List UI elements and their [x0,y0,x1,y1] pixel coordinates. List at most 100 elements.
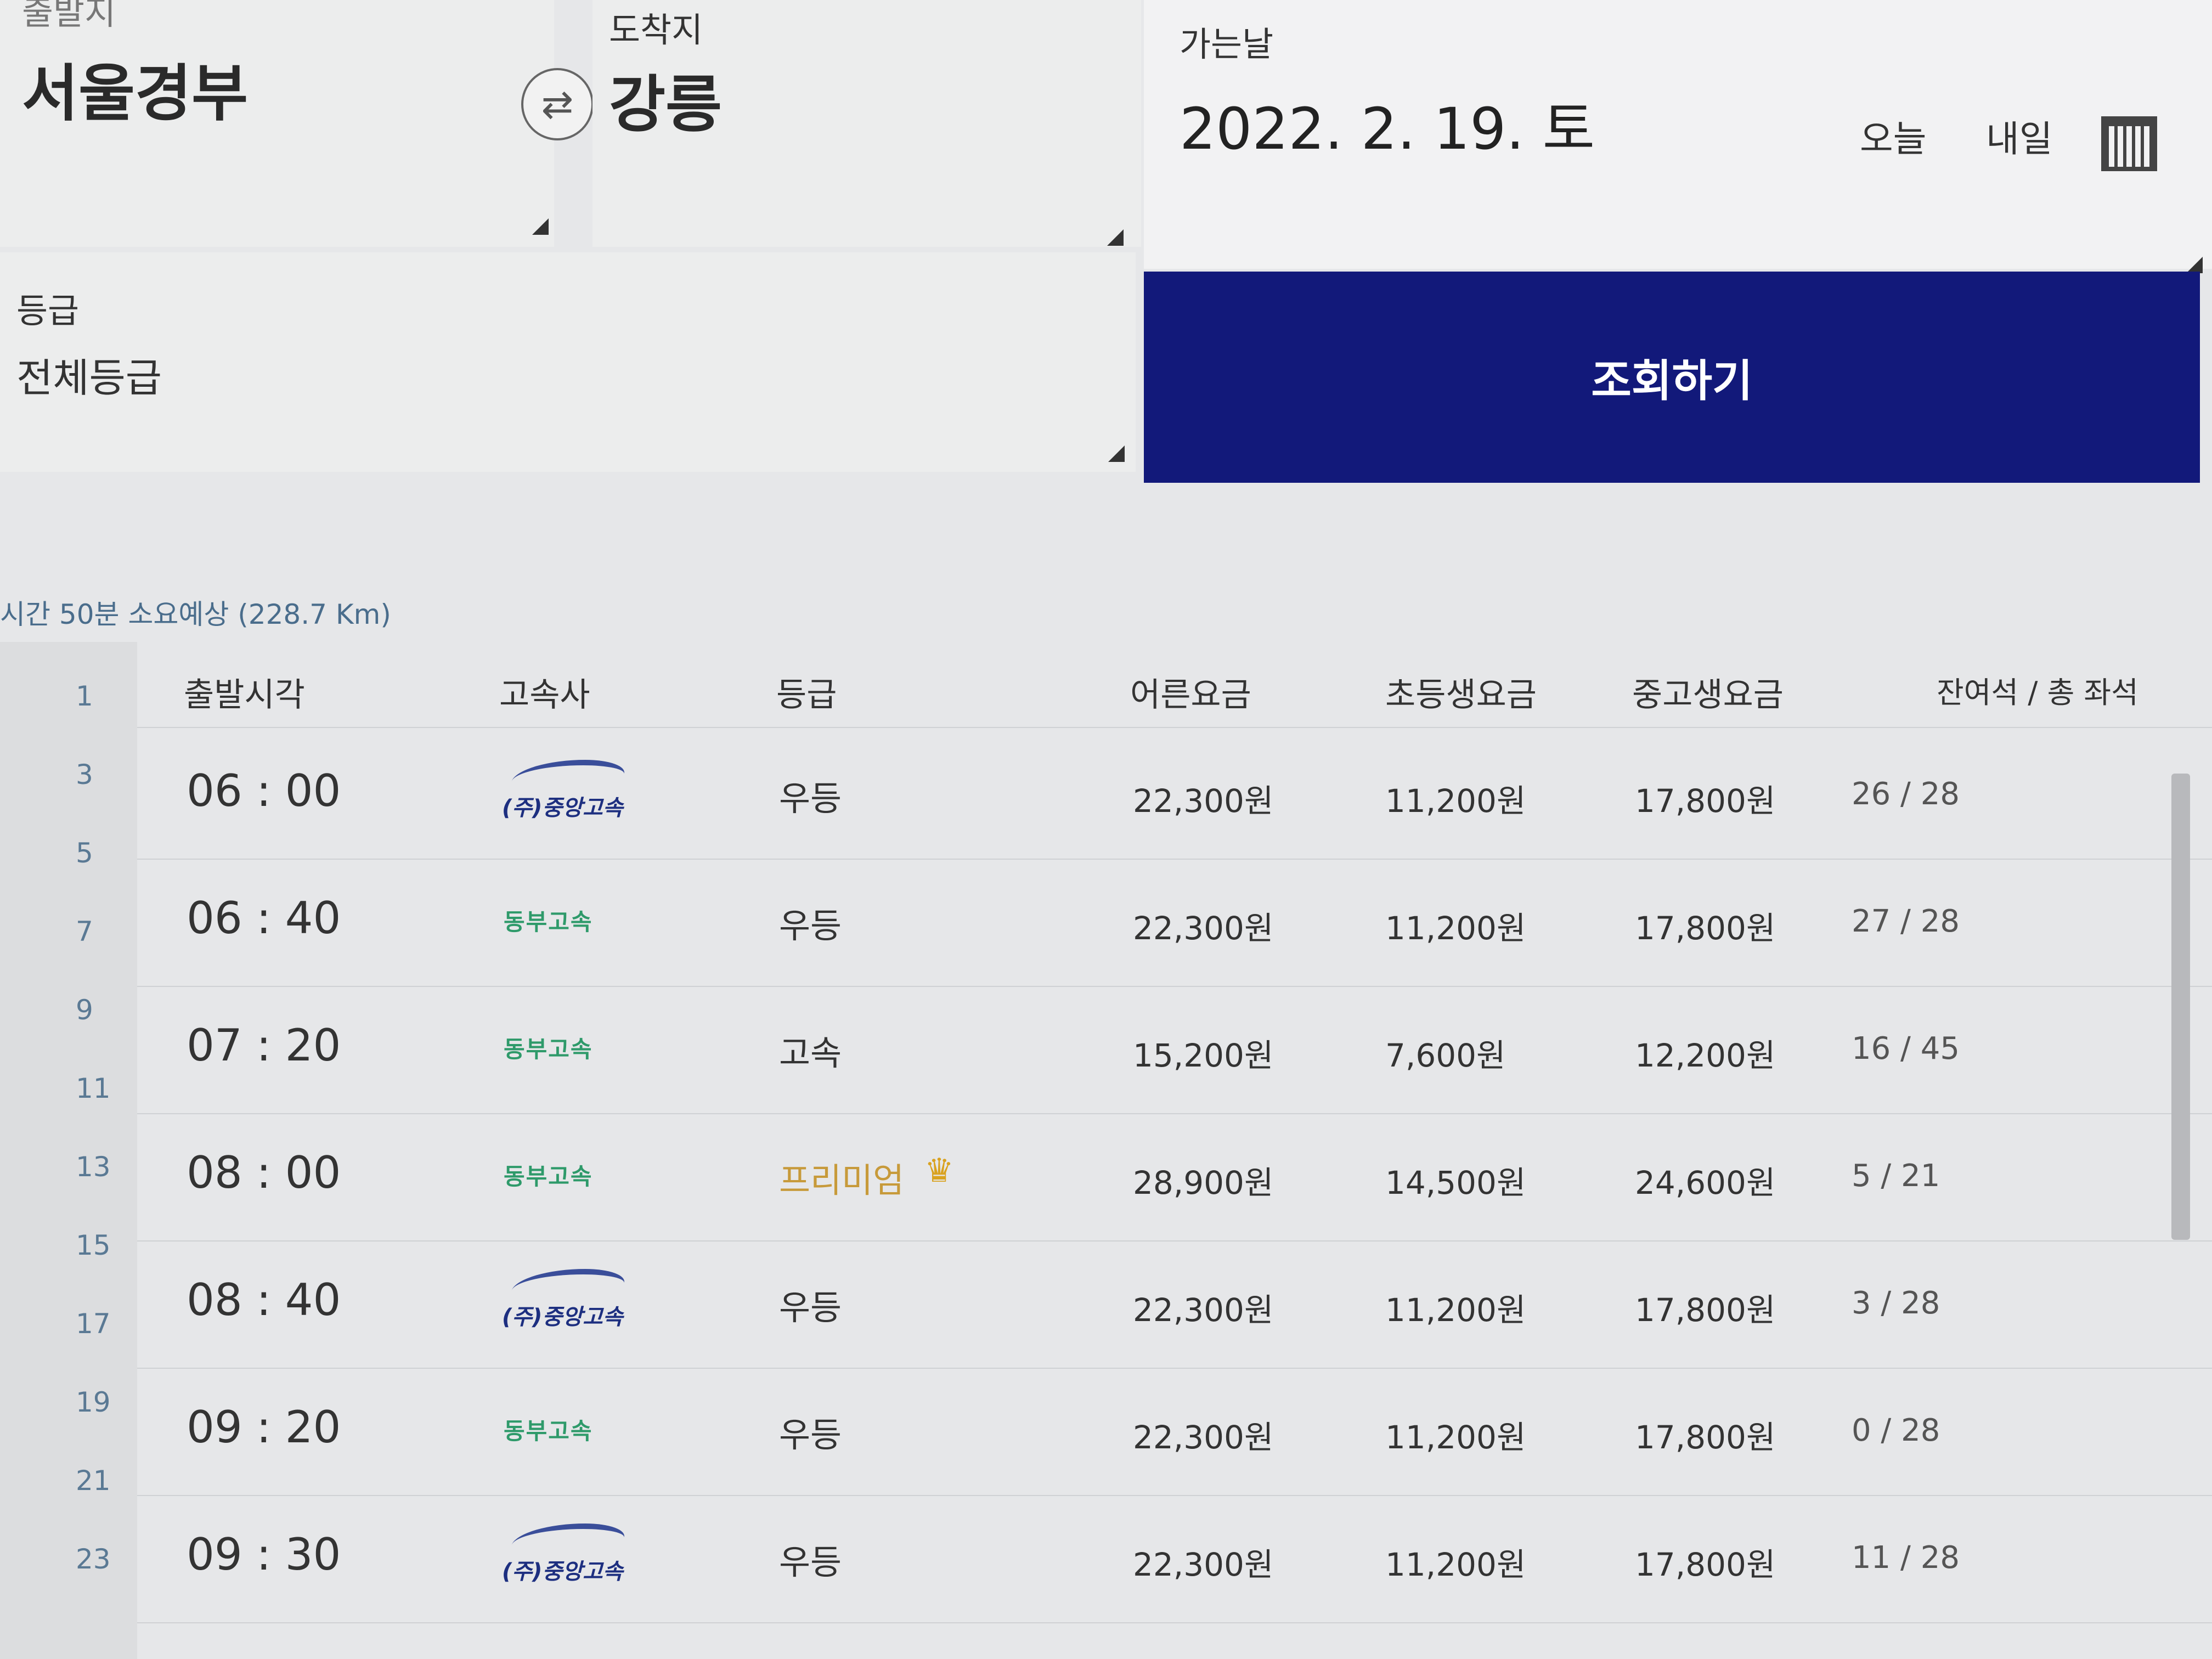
departure-time: 08 : 40 [187,1274,341,1325]
arrival-value: 강릉 [609,69,723,140]
header-grade: 등급 [776,676,837,714]
adult-fare: 22,300원 [1133,910,1274,947]
row-divider [137,859,2212,860]
line-number: 5 [76,837,93,869]
today-button[interactable]: 오늘 [1860,110,1926,162]
child-fare: 11,200원 [1385,1419,1526,1456]
adult-fare: 22,300원 [1133,1419,1274,1456]
header-divider [137,727,2212,728]
departure-time: 06 : 40 [187,893,341,944]
child-fare: 11,200원 [1385,1291,1526,1329]
seat-availability: 16 / 45 [1852,1031,1960,1066]
dropdown-corner-icon [532,218,549,235]
row-divider [137,1622,2212,1623]
company-logo-dongbu: 동부고속 [504,1036,593,1063]
student-fare: 17,800원 [1635,910,1776,947]
adult-fare: 22,300원 [1133,1546,1274,1583]
line-number: 3 [76,759,93,791]
header-company: 고속사 [499,676,590,714]
line-number: 21 [76,1465,111,1497]
company-logo-dongbu: 동부고속 [504,1163,593,1190]
child-fare: 11,200원 [1385,910,1526,947]
header-student-fare: 중고생요금 [1632,676,1784,714]
company-logo-dongbu: 동부고속 [504,909,593,935]
grade-label: 등급 [16,291,80,331]
line-number: 7 [76,916,93,947]
seat-availability: 11 / 28 [1852,1540,1960,1576]
grade-value: 프리미엄 [779,1160,905,1200]
swap-arrows-icon[interactable]: ⇄ [521,68,594,140]
grade-value: 우등 [779,906,842,946]
child-fare: 11,200원 [1385,782,1526,820]
departure-time: 07 : 20 [187,1020,341,1071]
departure-time: 08 : 00 [187,1147,341,1198]
grade-value: 고속 [779,1033,842,1073]
date-label: 가는날 [1180,24,1274,64]
search-button[interactable]: 조회하기 [1144,272,2200,483]
row-divider [137,986,2212,987]
grade-value: 전체등급 [16,355,162,401]
student-fare: 17,800원 [1635,1419,1776,1456]
grade-value: 우등 [779,1415,842,1455]
grade-field[interactable]: 등급 전체등급 [0,252,1136,472]
dropdown-corner-icon [2186,257,2203,273]
company-name: (주)중앙고속 [502,795,623,821]
departure-field[interactable]: 출발지 서울경부 [0,0,554,247]
line-number: 15 [76,1229,111,1261]
student-fare: 17,800원 [1635,782,1776,820]
arrival-field[interactable]: 도착지 강릉 [592,0,1141,247]
adult-fare: 28,900원 [1133,1164,1274,1201]
line-number: 1 [76,680,93,712]
adult-fare: 22,300원 [1133,1291,1274,1329]
child-fare: 11,200원 [1385,1546,1526,1583]
company-logo-jungang: (주)중앙고속 [502,1269,629,1330]
adult-fare: 22,300원 [1133,782,1274,820]
seat-availability: 5 / 21 [1852,1158,1940,1194]
crown-icon: ♛ [924,1152,954,1190]
scrollbar[interactable] [2171,774,2190,1240]
line-number: 23 [76,1543,111,1575]
company-logo-jungang: (주)중앙고속 [502,1523,629,1584]
row-divider [137,1113,2212,1114]
company-logo-jungang: (주)중앙고속 [502,760,629,821]
child-fare: 7,600원 [1385,1037,1506,1074]
departure-value: 서울경부 [22,58,249,129]
adult-fare: 15,200원 [1133,1037,1274,1074]
seat-availability: 26 / 28 [1852,776,1960,812]
line-gutter [0,642,137,1659]
seat-availability: 3 / 28 [1852,1285,1940,1321]
grade-value: 우등 [779,1542,842,1582]
line-number: 11 [76,1073,111,1104]
grade-value: 우등 [779,778,842,819]
student-fare: 17,800원 [1635,1546,1776,1583]
departure-time: 06 : 00 [187,765,341,816]
departure-time: 09 : 30 [187,1529,341,1580]
row-divider [137,1495,2212,1496]
row-divider [137,1240,2212,1242]
line-number: 9 [76,994,93,1026]
seat-availability: 27 / 28 [1852,904,1960,939]
company-name: (주)중앙고속 [502,1559,623,1584]
student-fare: 17,800원 [1635,1291,1776,1329]
seat-availability: 0 / 28 [1852,1413,1940,1448]
dropdown-corner-icon [1108,445,1125,462]
line-number: 13 [76,1151,111,1183]
tomorrow-button[interactable]: 내일 [1986,110,2052,162]
company-name: (주)중앙고속 [502,1305,623,1330]
row-divider [137,1368,2212,1369]
line-number: 17 [76,1308,111,1340]
arrival-label: 도착지 [609,10,703,50]
route-info: 시간 50분 소요예상 (228.7 Km) [0,599,391,630]
company-logo-dongbu: 동부고속 [504,1418,593,1444]
date-value: 2022. 2. 19. 토 [1180,95,1595,162]
header-departure-time: 출발시각 [184,676,305,714]
student-fare: 24,600원 [1635,1164,1776,1201]
header-adult-fare: 어른요금 [1130,676,1251,714]
dropdown-corner-icon [1107,229,1124,246]
departure-time: 09 : 20 [187,1402,341,1453]
departure-label: 출발지 [22,0,116,32]
calendar-icon[interactable] [2101,116,2157,171]
header-child-fare: 초등생요금 [1385,676,1537,714]
grade-value: 우등 [779,1288,842,1328]
line-number: 19 [76,1386,111,1418]
